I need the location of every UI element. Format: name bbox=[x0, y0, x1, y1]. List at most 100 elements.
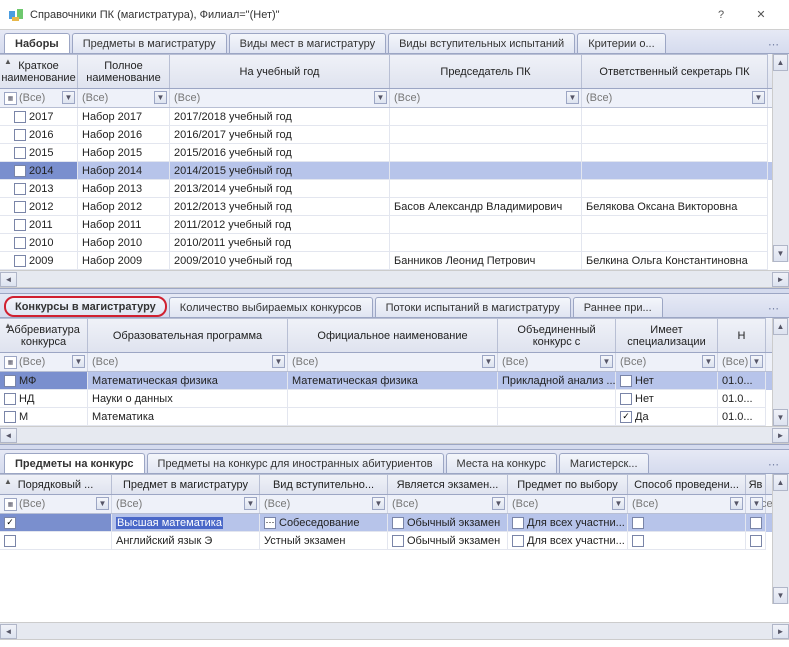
filter-cell[interactable]: (Все)▼ bbox=[498, 353, 616, 371]
tab-0[interactable]: Предметы на конкурс bbox=[4, 453, 145, 473]
cell-checkbox[interactable] bbox=[750, 535, 762, 547]
table-row[interactable]: 2013Набор 20132013/2014 учебный год bbox=[0, 180, 772, 198]
filter-cell[interactable]: (Все)▼ bbox=[388, 495, 508, 513]
row-checkbox[interactable] bbox=[14, 255, 26, 267]
col-header[interactable]: ▲Аббревиатура конкурса bbox=[0, 318, 88, 352]
filter-dropdown-icon[interactable]: ▼ bbox=[244, 497, 257, 510]
table-row[interactable]: 2010Набор 20102010/2011 учебный год bbox=[0, 234, 772, 252]
filter-dropdown-icon[interactable]: ▼ bbox=[374, 91, 387, 104]
row-checkbox[interactable] bbox=[14, 129, 26, 141]
filter-cell[interactable]: (Все)▼ bbox=[260, 495, 388, 513]
filter-dropdown-icon[interactable]: ▼ bbox=[62, 91, 75, 104]
tab-2[interactable]: Виды мест в магистратуру bbox=[229, 33, 386, 53]
filter-dropdown-icon[interactable]: ▼ bbox=[272, 355, 285, 368]
filter-dropdown-icon[interactable]: ▼ bbox=[730, 497, 743, 510]
scroll-left-icon[interactable]: ◄ bbox=[0, 624, 17, 639]
picker-icon[interactable]: ⋯ bbox=[264, 517, 276, 529]
row-checkbox[interactable] bbox=[4, 535, 16, 547]
row-checkbox[interactable] bbox=[14, 219, 26, 231]
scroll-down-icon[interactable]: ▼ bbox=[773, 587, 788, 604]
row-selector-icon[interactable]: ▦ bbox=[4, 498, 17, 511]
cell-checkbox[interactable] bbox=[750, 517, 762, 529]
filter-cell[interactable]: (Все)▼ bbox=[582, 89, 768, 107]
table-row[interactable]: 2009Набор 20092009/2010 учебный годБанни… bbox=[0, 252, 772, 270]
filter-cell[interactable]: ▦(Все)▼ bbox=[0, 495, 112, 513]
col-header[interactable]: Объединенный конкурс с bbox=[498, 318, 616, 352]
col-header[interactable]: Предмет по выбору bbox=[508, 474, 628, 494]
filter-cell[interactable]: (Все)▼ bbox=[390, 89, 582, 107]
filter-dropdown-icon[interactable]: ▼ bbox=[372, 497, 385, 510]
scroll-right-icon[interactable]: ► bbox=[772, 624, 789, 639]
row-checkbox[interactable] bbox=[14, 165, 26, 177]
col-header[interactable]: Председатель ПК bbox=[390, 54, 582, 88]
table-row[interactable]: 2014Набор 20142014/2015 учебный год bbox=[0, 162, 772, 180]
tab-3[interactable]: Раннее при... bbox=[573, 297, 663, 317]
col-header[interactable]: Способ проведени... bbox=[628, 474, 746, 494]
col-header[interactable]: Образовательная программа bbox=[88, 318, 288, 352]
filter-cell[interactable]: (Все)▼ bbox=[628, 495, 746, 513]
filter-cell[interactable]: (Все)▼ bbox=[112, 495, 260, 513]
tab-1[interactable]: Предметы в магистратуру bbox=[72, 33, 227, 53]
tab-1[interactable]: Предметы на конкурс для иностранных абит… bbox=[147, 453, 444, 473]
scroll-right-icon[interactable]: ► bbox=[772, 428, 789, 443]
cell-checkbox[interactable] bbox=[512, 517, 524, 529]
filter-cell[interactable]: ▦(Все)▼ bbox=[0, 89, 78, 107]
cell-checkbox[interactable] bbox=[632, 535, 644, 547]
filter-cell[interactable]: (Все)▼ bbox=[508, 495, 628, 513]
table-row[interactable]: 2015Набор 20152015/2016 учебный год bbox=[0, 144, 772, 162]
col-header[interactable]: Является экзамен... bbox=[388, 474, 508, 494]
cell-checkbox[interactable] bbox=[512, 535, 524, 547]
col-header[interactable]: Ответственный секретарь ПК bbox=[582, 54, 768, 88]
filter-dropdown-icon[interactable]: ▼ bbox=[96, 497, 109, 510]
scroll-up-icon[interactable]: ▲ bbox=[773, 474, 788, 491]
table-row[interactable]: 2011Набор 20112011/2012 учебный год bbox=[0, 216, 772, 234]
cell-checkbox[interactable] bbox=[392, 517, 404, 529]
cell-checkbox[interactable] bbox=[632, 517, 644, 529]
table-row[interactable]: НДНауки о данныхНет01.0... bbox=[0, 390, 772, 408]
filter-dropdown-icon[interactable]: ▼ bbox=[600, 355, 613, 368]
filter-cell[interactable]: (Все)▼ bbox=[88, 353, 288, 371]
cell-checkbox[interactable] bbox=[392, 535, 404, 547]
col-header[interactable]: Полное наименование bbox=[78, 54, 170, 88]
col-header[interactable]: Имеет специализации bbox=[616, 318, 718, 352]
row-selector-icon[interactable]: ▦ bbox=[4, 92, 17, 105]
spec-checkbox[interactable] bbox=[620, 375, 632, 387]
filter-dropdown-icon[interactable]: ▼ bbox=[750, 355, 763, 368]
tab-1[interactable]: Количество выбираемых конкурсов bbox=[169, 297, 373, 317]
tabs-overflow-icon[interactable]: ⋯ bbox=[762, 300, 785, 317]
tabs-overflow-icon[interactable]: ⋯ bbox=[762, 456, 785, 473]
close-button[interactable]: ✕ bbox=[741, 1, 781, 29]
row-selector-icon[interactable]: ▦ bbox=[4, 356, 17, 369]
tab-0[interactable]: Наборы bbox=[4, 33, 70, 53]
row-checkbox[interactable] bbox=[4, 411, 16, 423]
vscroll[interactable]: ▲ ▼ bbox=[772, 474, 789, 604]
table-row[interactable]: ✓Высшая математика⋯СобеседованиеОбычный … bbox=[0, 514, 772, 532]
row-checkbox[interactable] bbox=[14, 147, 26, 159]
filter-dropdown-icon[interactable]: ▼ bbox=[566, 91, 579, 104]
scroll-up-icon[interactable]: ▲ bbox=[773, 318, 788, 335]
help-button[interactable]: ? bbox=[701, 1, 741, 29]
vscroll[interactable]: ▲ ▼ bbox=[772, 318, 789, 426]
filter-cell[interactable]: (Все)▼ bbox=[170, 89, 390, 107]
scroll-up-icon[interactable]: ▲ bbox=[773, 54, 788, 71]
col-header[interactable]: Н bbox=[718, 318, 766, 352]
row-checkbox[interactable] bbox=[14, 237, 26, 249]
filter-dropdown-icon[interactable]: ▼ bbox=[482, 355, 495, 368]
table-row[interactable]: 2017Набор 20172017/2018 учебный год bbox=[0, 108, 772, 126]
filter-dropdown-icon[interactable]: ▼ bbox=[750, 497, 763, 510]
col-header[interactable]: Официальное наименование bbox=[288, 318, 498, 352]
spec-checkbox[interactable] bbox=[620, 393, 632, 405]
scroll-down-icon[interactable]: ▼ bbox=[773, 409, 788, 426]
hscroll[interactable]: ◄ ► bbox=[0, 622, 789, 639]
row-checkbox[interactable] bbox=[14, 201, 26, 213]
tab-4[interactable]: Критерии о... bbox=[577, 33, 665, 53]
table-row[interactable]: ММатематика✓Да01.0... bbox=[0, 408, 772, 426]
row-checkbox[interactable] bbox=[14, 111, 26, 123]
row-checkbox[interactable] bbox=[4, 375, 16, 387]
filter-dropdown-icon[interactable]: ▼ bbox=[72, 355, 85, 368]
filter-cell[interactable]: (Все)▼ bbox=[746, 495, 766, 513]
tabs-overflow-icon[interactable]: ⋯ bbox=[762, 36, 785, 53]
filter-dropdown-icon[interactable]: ▼ bbox=[702, 355, 715, 368]
scroll-left-icon[interactable]: ◄ bbox=[0, 272, 17, 287]
table-row[interactable]: Английский язык ЭУстный экзаменОбычный э… bbox=[0, 532, 772, 550]
